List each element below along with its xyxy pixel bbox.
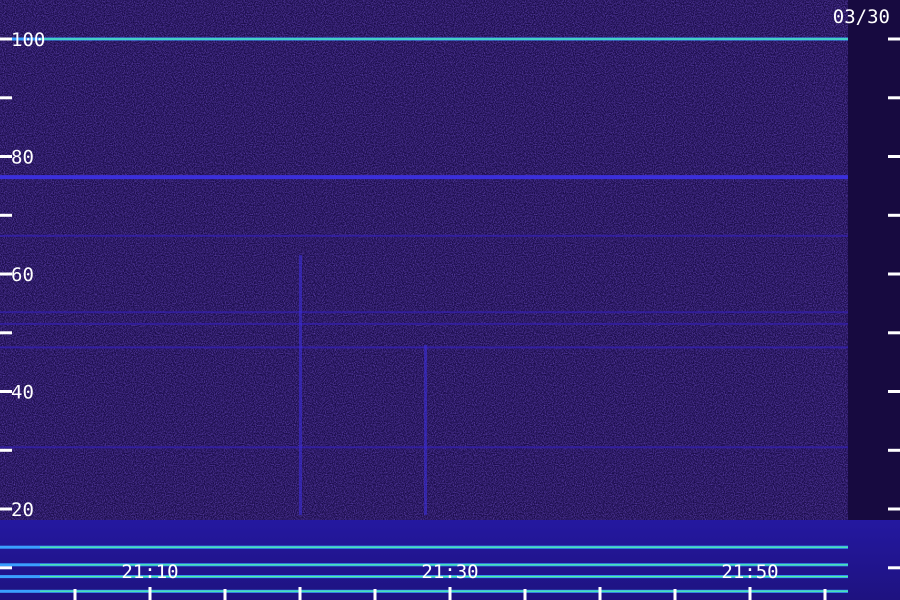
- y-tick-label-80: 80: [11, 147, 34, 169]
- x-tick-40: [598, 587, 602, 600]
- x-tick-35: [523, 589, 527, 600]
- y-tick-right-10: [888, 566, 900, 570]
- y-tick-right-90: [888, 96, 900, 100]
- x-tick-label-2110: 21:10: [121, 561, 178, 583]
- band-core-0: [40, 38, 848, 40]
- x-tick-45: [673, 589, 677, 600]
- x-tick-10: [148, 587, 152, 600]
- y-tick-right-20: [888, 507, 900, 511]
- x-tick-15: [223, 589, 227, 600]
- band-4: [0, 322, 848, 325]
- x-tick-5: [73, 589, 77, 600]
- x-tick-label-2150: 21:50: [721, 561, 778, 583]
- x-tick-30: [448, 587, 452, 600]
- y-tick-label-60: 60: [11, 264, 34, 286]
- x-tick-50: [748, 587, 752, 600]
- y-tick-label-100: 100: [11, 29, 45, 51]
- x-tick-20: [298, 587, 302, 600]
- spectrogram-svg: 20 40 60 80 100 21:10 21:30 21:50 03/30: [0, 0, 900, 600]
- x-tick-55: [823, 589, 827, 600]
- band-2: [0, 234, 848, 237]
- y-tick-right-80: [888, 155, 900, 158]
- y-tick-right-50: [888, 331, 900, 335]
- y-tick-right-40: [888, 390, 900, 393]
- y-tick-label-40: 40: [11, 382, 34, 404]
- x-tick-label-2130: 21:30: [421, 561, 478, 583]
- spectrogram: 20 40 60 80 100 21:10 21:30 21:50 03/30: [0, 0, 900, 600]
- y-tick-left-30: [0, 448, 12, 452]
- y-tick-right-30: [888, 448, 900, 452]
- y-tick-left-70: [0, 213, 12, 217]
- vertical-streak-0: [299, 255, 302, 515]
- date-label: 03/30: [833, 6, 890, 28]
- band-core-10: [40, 590, 848, 592]
- y-tick-right-100: [888, 37, 900, 41]
- band-3: [0, 311, 848, 314]
- y-tick-left-50: [0, 331, 12, 335]
- x-tick-25: [373, 589, 377, 600]
- band-core-7: [40, 546, 848, 548]
- y-tick-label-20: 20: [11, 499, 34, 521]
- y-tick-right-60: [888, 272, 900, 276]
- y-tick-right-70: [888, 213, 900, 217]
- band-1: [0, 175, 848, 180]
- vertical-streak-1: [424, 345, 427, 515]
- y-tick-left-90: [0, 96, 12, 100]
- y-tick-left-10: [0, 566, 12, 570]
